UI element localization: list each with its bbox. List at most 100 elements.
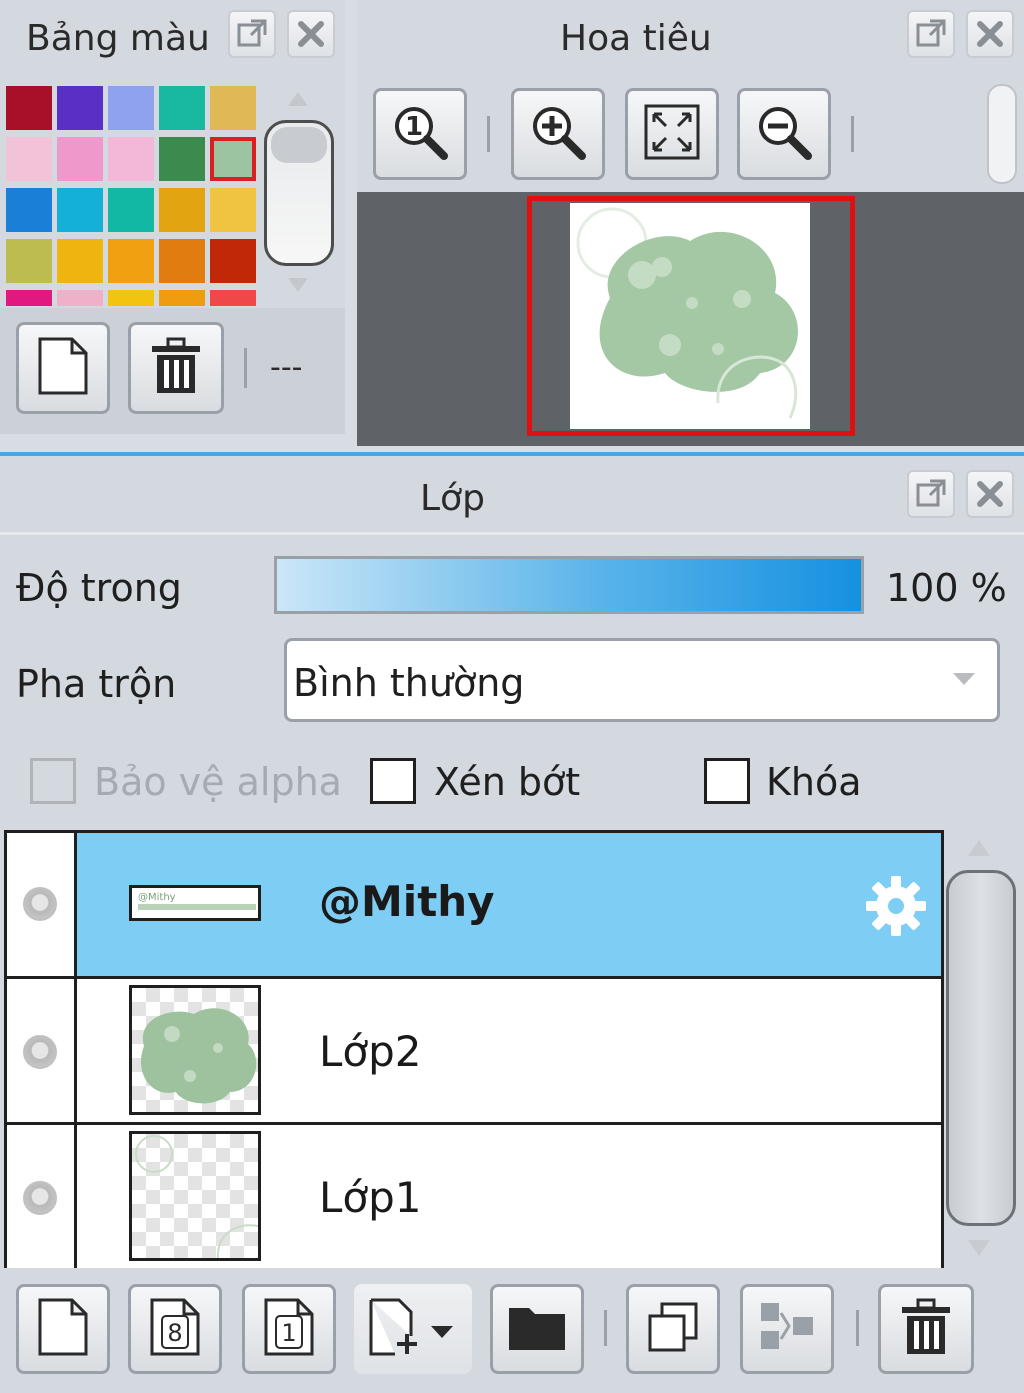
- popout-icon[interactable]: [228, 10, 276, 58]
- new-layer-button[interactable]: [16, 1284, 110, 1374]
- color-swatch[interactable]: [108, 239, 154, 283]
- new-8bit-layer-button[interactable]: 8: [128, 1284, 222, 1374]
- add-layer-menu-icon: [365, 1296, 461, 1362]
- color-swatch[interactable]: [210, 188, 256, 232]
- color-swatch[interactable]: [108, 188, 154, 232]
- color-swatch[interactable]: [6, 290, 52, 306]
- color-swatch[interactable]: [108, 290, 154, 306]
- trash-icon: [898, 1297, 954, 1361]
- color-swatch[interactable]: [159, 137, 205, 181]
- layers-title: Lớp: [420, 478, 485, 519]
- color-swatch[interactable]: [159, 290, 205, 306]
- svg-text:1: 1: [405, 112, 423, 142]
- popout-icon[interactable]: [907, 10, 955, 58]
- layer-row[interactable]: Lớp1: [7, 1125, 941, 1268]
- canvas-preview[interactable]: [527, 196, 855, 436]
- visibility-toggle[interactable]: [7, 979, 77, 1122]
- palette-scrollbar-thumb[interactable]: [264, 120, 334, 266]
- color-swatch[interactable]: [210, 137, 256, 181]
- fit-screen-button[interactable]: [625, 88, 719, 180]
- close-icon[interactable]: [287, 10, 335, 58]
- new-8bit-layer-icon: 8: [148, 1296, 202, 1362]
- protect-alpha-label: Bảo vệ alpha: [94, 760, 342, 804]
- scroll-down-arrow-icon[interactable]: [966, 1238, 992, 1260]
- color-swatch[interactable]: [57, 239, 103, 283]
- zoom-in-button[interactable]: [511, 88, 605, 180]
- blend-mode-label: Pha trộn: [16, 662, 177, 706]
- color-swatch[interactable]: [6, 188, 52, 232]
- popout-icon[interactable]: [907, 470, 955, 518]
- color-swatch[interactable]: [6, 137, 52, 181]
- folder-icon: [507, 1302, 567, 1356]
- blend-mode-select[interactable]: Bình thường: [284, 638, 1000, 722]
- zoom-actual-size-icon: 1: [390, 102, 450, 166]
- opacity-label: Độ trong: [16, 566, 182, 610]
- separator: [487, 116, 490, 152]
- separator: [851, 116, 854, 152]
- zoom-out-button[interactable]: [737, 88, 831, 180]
- lock-label: Khóa: [766, 760, 862, 804]
- layer-name: Lớp2: [319, 1027, 422, 1076]
- layer-row[interactable]: @Mithy @Mithy: [7, 833, 941, 979]
- close-icon[interactable]: [966, 470, 1014, 518]
- color-palette-panel: Bảng màu ---: [0, 0, 345, 434]
- scroll-up-arrow-icon[interactable]: [286, 88, 310, 108]
- clip-checkbox[interactable]: [370, 758, 416, 804]
- color-swatch[interactable]: [57, 188, 103, 232]
- color-swatch[interactable]: [57, 290, 103, 306]
- layer-thumbnail: [129, 1131, 261, 1261]
- color-swatch[interactable]: [159, 188, 205, 232]
- zoom-actual-size-button[interactable]: 1: [373, 88, 467, 180]
- duplicate-layer-icon: [646, 1300, 700, 1358]
- visibility-dot-icon: [23, 1035, 57, 1069]
- color-swatch[interactable]: [6, 239, 52, 283]
- blend-mode-value: Bình thường: [293, 661, 525, 705]
- new-swatch-button[interactable]: [16, 322, 110, 414]
- layer-thumbnail: @Mithy: [129, 885, 261, 921]
- delete-layer-button[interactable]: [878, 1284, 974, 1374]
- trash-icon: [148, 336, 204, 400]
- fit-screen-icon: [642, 102, 702, 166]
- color-swatch[interactable]: [57, 137, 103, 181]
- color-swatch[interactable]: [6, 86, 52, 130]
- separator: [856, 1310, 859, 1346]
- color-swatch[interactable]: [108, 137, 154, 181]
- separator: [604, 1310, 607, 1346]
- opacity-slider[interactable]: [274, 556, 864, 614]
- canvas-thumbnail: [570, 203, 810, 429]
- delete-swatch-button[interactable]: [128, 322, 224, 414]
- color-swatch[interactable]: [210, 290, 256, 306]
- new-1bit-layer-button[interactable]: 1: [242, 1284, 336, 1374]
- color-swatch[interactable]: [159, 239, 205, 283]
- lock-checkbox[interactable]: [704, 758, 750, 804]
- palette-dropdown[interactable]: ---: [270, 350, 302, 385]
- opacity-value: 100 %: [886, 566, 1007, 610]
- visibility-toggle[interactable]: [7, 833, 77, 976]
- layer-list-scrollbar-thumb[interactable]: [946, 870, 1016, 1226]
- duplicate-layer-button[interactable]: [626, 1284, 720, 1374]
- navigator-panel: Hoa tiêu 1: [357, 0, 1024, 446]
- merge-down-button[interactable]: [740, 1284, 834, 1374]
- layer-row[interactable]: Lớp2: [7, 979, 941, 1125]
- scroll-down-arrow-icon[interactable]: [286, 276, 310, 296]
- svg-text:8: 8: [167, 1319, 182, 1347]
- zoom-out-icon: [754, 102, 814, 166]
- visibility-toggle[interactable]: [7, 1125, 77, 1268]
- scroll-up-arrow-icon[interactable]: [966, 836, 992, 858]
- chevron-down-icon: [951, 671, 977, 691]
- color-swatch[interactable]: [159, 86, 205, 130]
- color-swatch[interactable]: [210, 239, 256, 283]
- layer-name: Lớp1: [319, 1173, 422, 1222]
- layers-panel: Lớp Độ trong 100 % Pha trộn Bình thường …: [0, 452, 1024, 1393]
- visibility-dot-icon: [23, 1181, 57, 1215]
- navigator-scrollbar[interactable]: [987, 84, 1017, 184]
- color-swatch[interactable]: [57, 86, 103, 130]
- close-icon[interactable]: [966, 10, 1014, 58]
- gear-icon[interactable]: [863, 873, 929, 943]
- palette-title: Bảng màu: [26, 18, 210, 59]
- new-folder-button[interactable]: [490, 1284, 584, 1374]
- add-layer-menu-button[interactable]: [354, 1284, 472, 1374]
- color-swatch[interactable]: [210, 86, 256, 130]
- color-swatch[interactable]: [108, 86, 154, 130]
- swatch-grid: [0, 80, 262, 306]
